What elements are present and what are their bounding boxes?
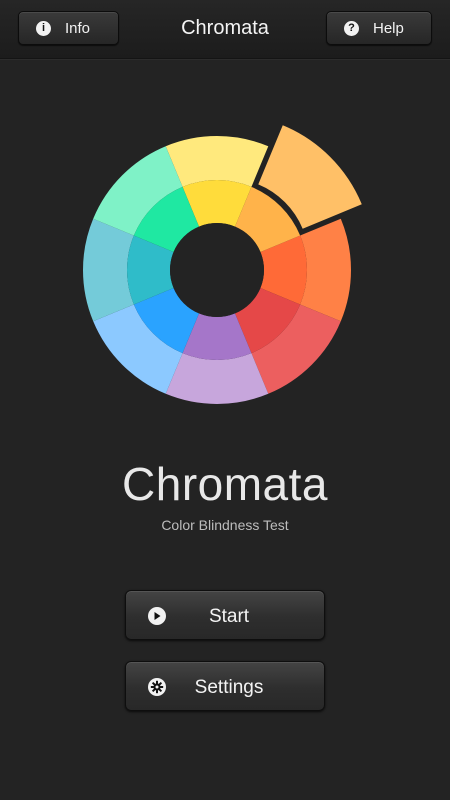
app-screen: i Info Chromata ? Help Chromata Color Bl… (0, 0, 450, 800)
start-button[interactable]: Start (125, 590, 325, 640)
start-button-label: Start (208, 606, 250, 627)
settings-button[interactable]: Settings (125, 661, 325, 711)
logo-title: Chromata (122, 458, 328, 510)
settings-button-label: Settings (194, 677, 264, 698)
logo-subtitle: Color Blindness Test (161, 517, 289, 533)
wheel-outer-segment (165, 136, 269, 187)
wheel-outer-segment (165, 353, 269, 404)
wheel-outer-segment (300, 218, 351, 322)
wheel-center-hole (170, 223, 264, 317)
wheel-outer-segment (83, 218, 134, 322)
color-wheel-icon (83, 125, 362, 404)
